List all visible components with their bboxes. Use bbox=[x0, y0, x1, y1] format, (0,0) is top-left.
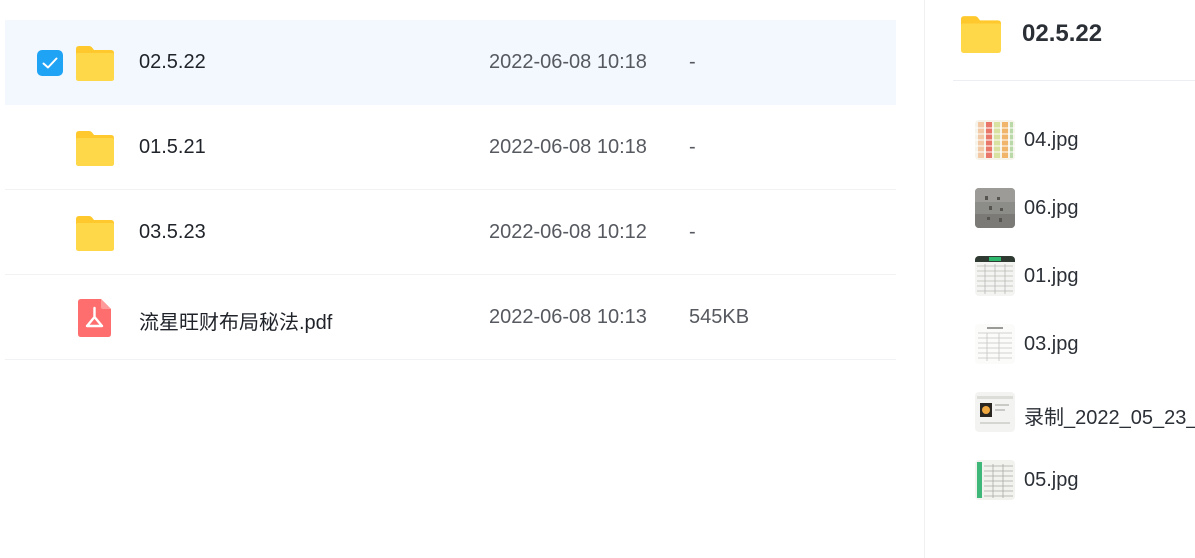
file-browser: 02.5.22 2022-06-08 10:18 - 01.5.21 2022-… bbox=[0, 0, 1195, 558]
file-size: - bbox=[689, 221, 696, 243]
preview-file-name[interactable]: 录制_2022_05_23_ bbox=[1024, 401, 1195, 430]
image-thumbnail bbox=[975, 188, 1015, 228]
folder-icon bbox=[961, 16, 1001, 53]
file-date: 2022-06-08 10:12 bbox=[489, 221, 647, 243]
preview-file-name[interactable]: 05.jpg bbox=[1024, 469, 1079, 492]
folder-icon bbox=[76, 46, 114, 81]
preview-file-name[interactable]: 06.jpg bbox=[1024, 197, 1079, 220]
preview-file-item[interactable]: 01.jpg bbox=[975, 256, 1195, 296]
preview-file-name[interactable]: 01.jpg bbox=[1024, 265, 1079, 288]
file-size: - bbox=[689, 51, 696, 73]
file-date: 2022-06-08 10:18 bbox=[489, 51, 647, 73]
file-name[interactable]: 02.5.22 bbox=[139, 51, 206, 74]
file-row-folder[interactable]: 02.5.22 2022-06-08 10:18 - bbox=[5, 20, 896, 105]
image-thumbnail bbox=[975, 324, 1015, 364]
panel-title: 02.5.22 bbox=[1022, 20, 1103, 47]
file-row-pdf[interactable]: 流星旺财布局秘法.pdf 2022-06-08 10:13 545KB bbox=[5, 275, 896, 360]
file-row-folder[interactable]: 01.5.21 2022-06-08 10:18 - bbox=[5, 105, 896, 190]
image-thumbnail bbox=[975, 120, 1015, 160]
image-thumbnail bbox=[975, 460, 1015, 500]
check-icon bbox=[42, 57, 58, 69]
file-name[interactable]: 01.5.21 bbox=[139, 136, 206, 159]
file-list: 02.5.22 2022-06-08 10:18 - 01.5.21 2022-… bbox=[5, 20, 896, 360]
file-size: - bbox=[689, 136, 696, 158]
image-thumbnail bbox=[975, 256, 1015, 296]
file-row-folder[interactable]: 03.5.23 2022-06-08 10:12 - bbox=[5, 190, 896, 275]
preview-file-name[interactable]: 03.jpg bbox=[1024, 333, 1079, 356]
file-date: 2022-06-08 10:18 bbox=[489, 136, 647, 158]
pdf-icon bbox=[78, 299, 111, 337]
preview-file-item[interactable]: 录制_2022_05_23_ bbox=[975, 392, 1195, 432]
file-size: 545KB bbox=[689, 306, 750, 328]
panel-header: 02.5.22 bbox=[953, 0, 1195, 81]
file-name[interactable]: 03.5.23 bbox=[139, 221, 206, 244]
video-thumbnail bbox=[975, 392, 1015, 432]
folder-preview-panel: 02.5.22 04.jpg 06.jpg 01.jpg 03.jpg 录制_2… bbox=[924, 0, 1195, 558]
folder-icon bbox=[76, 216, 114, 251]
folder-icon bbox=[76, 131, 114, 166]
preview-file-item[interactable]: 05.jpg bbox=[975, 460, 1195, 500]
preview-file-name[interactable]: 04.jpg bbox=[1024, 129, 1079, 152]
preview-file-item[interactable]: 06.jpg bbox=[975, 188, 1195, 228]
preview-file-item[interactable]: 04.jpg bbox=[975, 120, 1195, 160]
preview-file-item[interactable]: 03.jpg bbox=[975, 324, 1195, 364]
checkbox-checked[interactable] bbox=[37, 50, 63, 76]
file-date: 2022-06-08 10:13 bbox=[489, 306, 647, 328]
file-name[interactable]: 流星旺财布局秘法.pdf bbox=[139, 306, 332, 335]
